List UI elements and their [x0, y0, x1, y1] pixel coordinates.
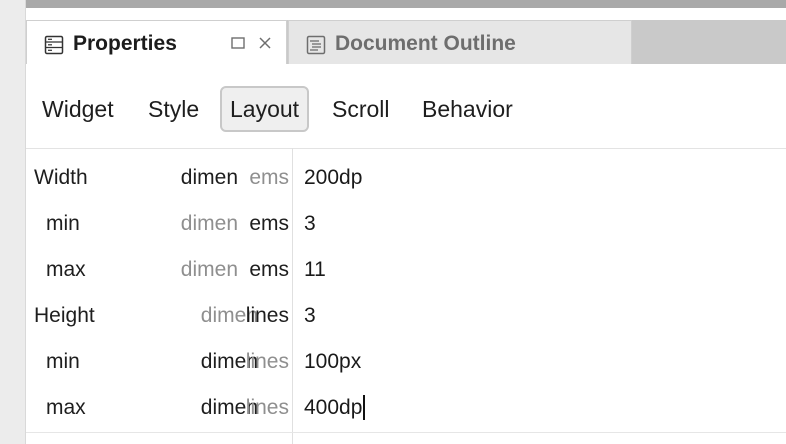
properties-panel-icon [44, 35, 64, 55]
type-lines-option[interactable]: lines [246, 293, 289, 339]
grid-row-divider [26, 432, 786, 433]
property-row-width-max: max dimen ems 11 [26, 247, 786, 293]
type-lines-option[interactable]: lines [246, 385, 289, 431]
property-name: Width [34, 166, 88, 189]
property-name: max [46, 396, 86, 419]
property-value-field[interactable]: 100px [304, 339, 361, 385]
type-lines-option[interactable]: lines [246, 339, 289, 385]
type-dimen-option[interactable]: dimen [181, 155, 238, 201]
document-outline-icon [306, 35, 326, 55]
tab-bar-top-margin [26, 8, 786, 20]
subtab-behavior[interactable]: Behavior [422, 86, 513, 132]
subtab-style[interactable]: Style [148, 86, 199, 132]
subtab-widget[interactable]: Widget [42, 86, 114, 132]
property-value-field[interactable]: 3 [304, 293, 316, 339]
subtab-scroll[interactable]: Scroll [332, 86, 390, 132]
property-name: min [46, 212, 80, 235]
type-dimen-option[interactable]: dimen [181, 247, 238, 293]
property-name: Height [34, 304, 95, 327]
subtab-layout[interactable]: Layout [220, 86, 310, 132]
left-gutter [0, 0, 26, 444]
type-ems-option[interactable]: ems [249, 247, 289, 293]
tab-properties-label: Properties [73, 32, 177, 55]
type-ems-option[interactable]: ems [249, 155, 289, 201]
property-value-field[interactable]: 11 [304, 247, 326, 293]
type-dimen-option[interactable]: dimen [181, 201, 238, 247]
property-row-height-min: min dimen lines 100px [26, 339, 786, 385]
tab-properties[interactable]: Properties [26, 20, 287, 64]
text-cursor [363, 394, 366, 420]
window-top-edge [0, 0, 786, 8]
property-row-height-max: max dimen lines 400dp [26, 385, 786, 431]
properties-header [26, 64, 786, 148]
property-value-field[interactable]: 3 [304, 201, 316, 247]
property-name: min [46, 350, 80, 373]
property-row-height: Height dimen lines 3 [26, 293, 786, 339]
maximize-icon[interactable] [229, 33, 247, 53]
property-row-width-min: min dimen ems 3 [26, 201, 786, 247]
tab-document-outline[interactable]: Document Outline [288, 20, 632, 64]
tab-document-outline-label: Document Outline [335, 32, 516, 55]
property-name: max [46, 258, 86, 281]
property-row-width: Width dimen ems 200dp [26, 155, 786, 201]
property-value-text: 400dp [304, 396, 363, 419]
property-value-input[interactable]: 400dp [304, 385, 366, 431]
type-ems-option[interactable]: ems [249, 201, 289, 247]
property-value-field[interactable]: 200dp [304, 155, 362, 201]
close-icon[interactable] [256, 33, 274, 53]
